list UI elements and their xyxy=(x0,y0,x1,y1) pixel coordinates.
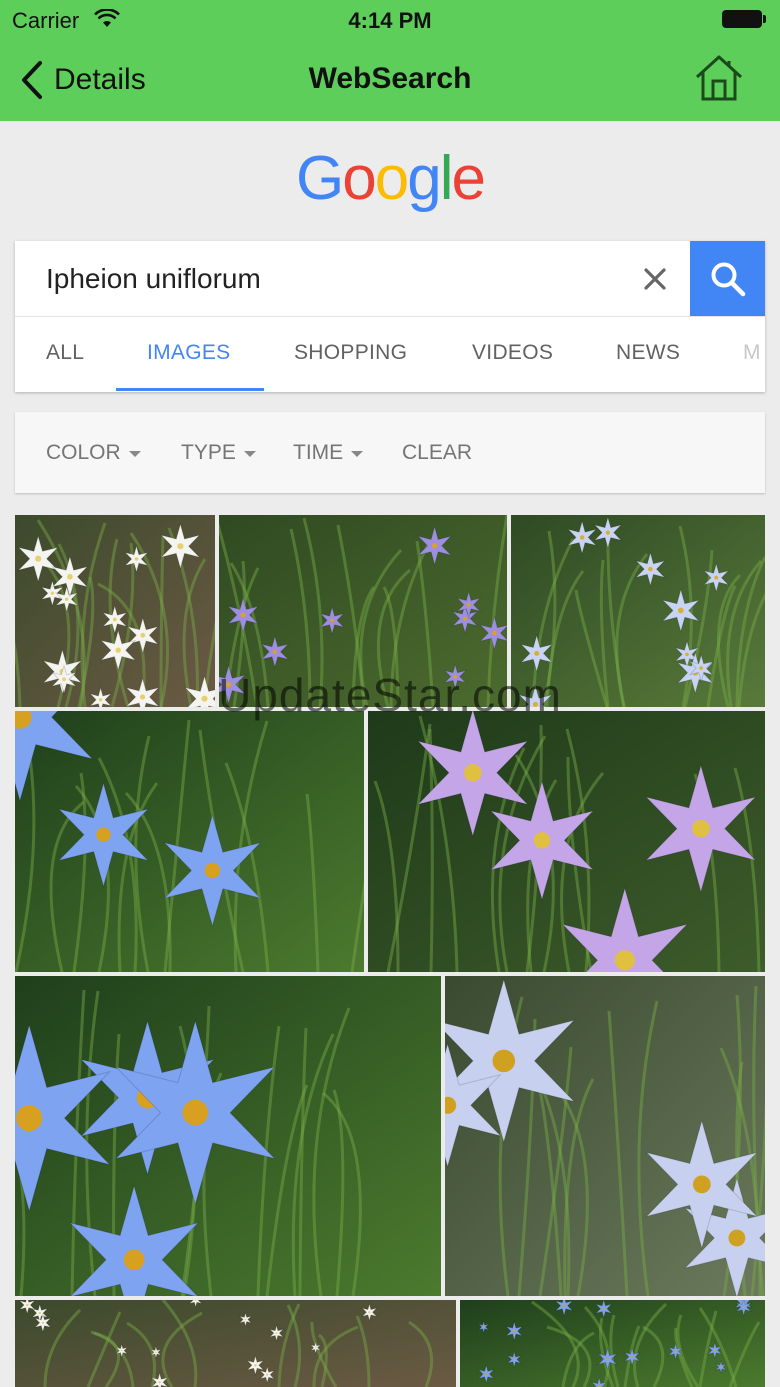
filter-time[interactable]: TIME xyxy=(293,441,364,465)
app-header: Carrier 4:14 PM Details WebSearch xyxy=(0,0,780,121)
tab-shopping[interactable]: SHOPPING xyxy=(294,341,407,365)
logo-letter: g xyxy=(407,144,442,213)
search-input[interactable] xyxy=(15,241,690,316)
back-button-label: Details xyxy=(54,63,146,96)
tab-videos[interactable]: VIDEOS xyxy=(472,341,553,365)
image-result[interactable] xyxy=(15,1300,456,1387)
status-time: 4:14 PM xyxy=(348,8,432,33)
flower-photo xyxy=(15,711,364,972)
image-result[interactable] xyxy=(15,515,215,707)
logo-letter: G xyxy=(296,144,344,213)
search-card: ALL IMAGES SHOPPING VIDEOS NEWS M xyxy=(15,241,765,392)
logo-letter: e xyxy=(451,144,486,213)
flower-photo xyxy=(511,515,765,707)
chevron-left-icon xyxy=(22,61,42,99)
caret-down-icon xyxy=(351,451,364,457)
search-tabs: ALL IMAGES SHOPPING VIDEOS NEWS M xyxy=(15,316,765,393)
search-button[interactable] xyxy=(690,241,765,316)
tab-images[interactable]: IMAGES xyxy=(147,341,230,365)
image-result[interactable] xyxy=(460,1300,765,1387)
navigation-bar: Details WebSearch xyxy=(0,40,780,121)
logo-letter: o xyxy=(342,144,377,213)
flower-photo xyxy=(15,515,215,707)
flower-photo xyxy=(15,976,441,1296)
filter-time-label: TIME xyxy=(293,441,344,464)
active-tab-indicator xyxy=(116,388,264,391)
back-button[interactable]: Details xyxy=(20,58,146,102)
clear-search-icon[interactable] xyxy=(637,261,673,297)
image-result[interactable] xyxy=(15,976,441,1296)
flower-photo xyxy=(219,515,507,707)
logo-letter: l xyxy=(439,144,454,213)
tab-all[interactable]: ALL xyxy=(46,341,84,365)
filter-color-label: COLOR xyxy=(46,441,121,464)
status-bar: Carrier 4:14 PM xyxy=(0,0,780,40)
image-result[interactable] xyxy=(511,515,765,707)
image-filters: COLOR TYPE TIME CLEAR xyxy=(15,412,765,493)
caret-down-icon xyxy=(243,451,256,457)
caret-down-icon xyxy=(128,451,141,457)
filter-clear-label: CLEAR xyxy=(402,441,473,464)
google-logo: Google xyxy=(0,143,780,214)
flower-photo xyxy=(445,976,765,1296)
filter-type[interactable]: TYPE xyxy=(181,441,256,465)
filter-type-label: TYPE xyxy=(181,441,236,464)
image-result[interactable] xyxy=(219,515,507,707)
search-icon xyxy=(711,262,746,297)
flower-photo xyxy=(460,1300,765,1387)
tab-more[interactable]: M xyxy=(743,341,761,365)
filter-clear[interactable]: CLEAR xyxy=(402,441,472,465)
battery-icon xyxy=(722,10,766,28)
image-result[interactable] xyxy=(368,711,765,972)
filter-color[interactable]: COLOR xyxy=(46,441,141,465)
home-icon[interactable] xyxy=(694,53,744,103)
tab-news[interactable]: NEWS xyxy=(616,341,680,365)
flower-photo xyxy=(368,711,765,972)
logo-letter: o xyxy=(374,144,410,213)
flower-photo xyxy=(15,1300,456,1387)
image-result[interactable] xyxy=(15,711,364,972)
image-result[interactable] xyxy=(445,976,765,1296)
